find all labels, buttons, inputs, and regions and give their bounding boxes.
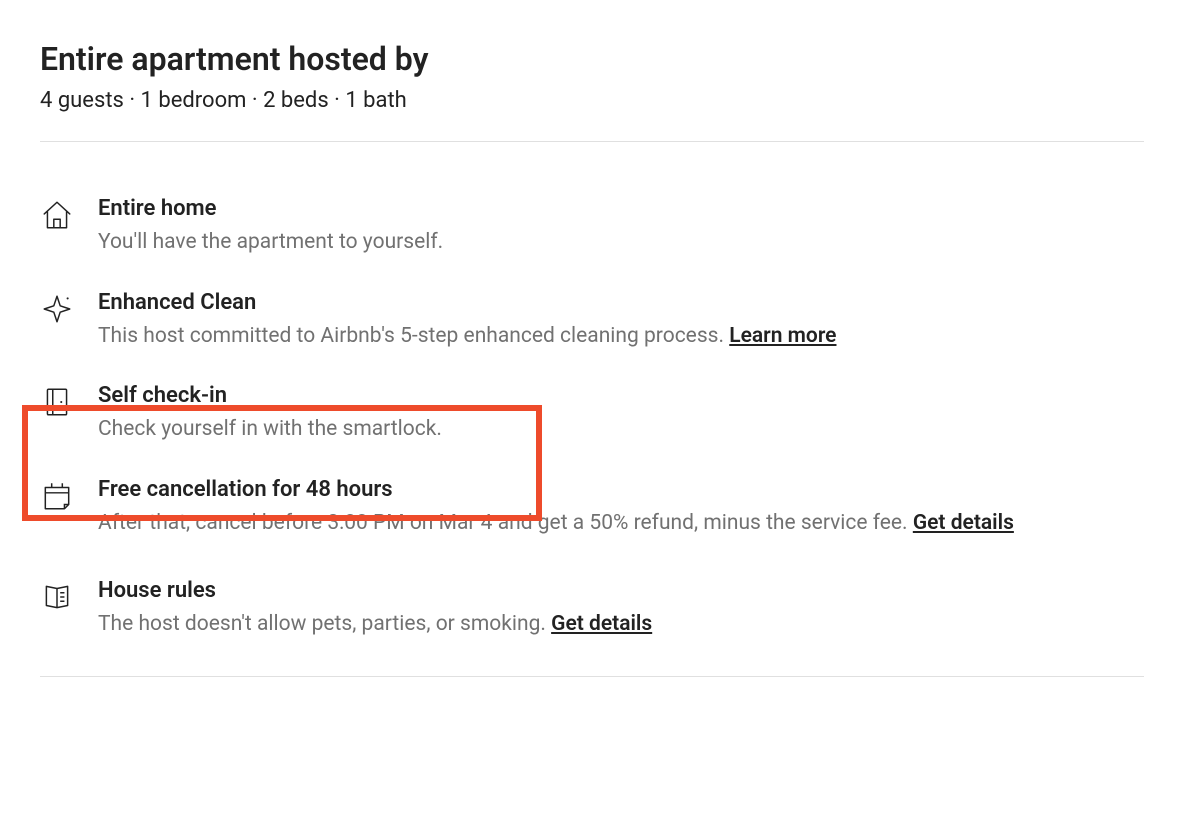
feature-title: House rules [98, 578, 1144, 603]
feature-title: Entire home [98, 196, 1144, 221]
listing-subtitle: 4 guests · 1 bedroom · 2 beds · 1 bath [40, 88, 1144, 113]
feature-house-rules: House rules The host doesn't allow pets,… [40, 574, 1144, 667]
feature-title: Self check-in [98, 383, 1144, 408]
get-details-link[interactable]: Get details [551, 612, 652, 636]
feature-desc: You'll have the apartment to yourself. [98, 227, 1144, 257]
calendar-icon [40, 479, 74, 513]
feature-desc-text: The host doesn't allow pets, parties, or… [98, 612, 551, 636]
feature-desc-text: This host committed to Airbnb's 5-step e… [98, 324, 729, 348]
door-icon [40, 385, 74, 419]
feature-title: Free cancellation for 48 hours [98, 477, 1144, 502]
feature-desc-text: After that, cancel before 3:00 PM on Mar… [98, 511, 913, 535]
feature-body: House rules The host doesn't allow pets,… [98, 578, 1144, 639]
feature-desc: Check yourself in with the smartlock. [98, 414, 1144, 444]
feature-body: Free cancellation for 48 hours After tha… [98, 477, 1144, 538]
feature-body: Enhanced Clean This host committed to Ai… [98, 290, 1144, 351]
listing-title: Entire apartment hosted by [40, 40, 1144, 78]
get-details-link[interactable]: Get details [913, 511, 1014, 535]
feature-desc: After that, cancel before 3:00 PM on Mar… [98, 508, 1144, 538]
divider [40, 676, 1144, 677]
home-icon [40, 198, 74, 232]
listing-header: Entire apartment hosted by 4 guests · 1 … [40, 40, 1144, 113]
feature-body: Entire home You'll have the apartment to… [98, 196, 1144, 257]
feature-enhanced-clean: Enhanced Clean This host committed to Ai… [40, 286, 1144, 379]
rules-icon [40, 580, 74, 614]
feature-desc: This host committed to Airbnb's 5-step e… [98, 321, 1144, 351]
feature-self-checkin: Self check-in Check yourself in with the… [40, 379, 1144, 472]
feature-title: Enhanced Clean [98, 290, 1144, 315]
feature-body: Self check-in Check yourself in with the… [98, 383, 1144, 444]
sparkle-icon [40, 292, 74, 326]
feature-cancellation: Free cancellation for 48 hours After tha… [40, 473, 1144, 574]
learn-more-link[interactable]: Learn more [729, 324, 836, 348]
features-list: Entire home You'll have the apartment to… [40, 142, 1144, 667]
feature-entire-home: Entire home You'll have the apartment to… [40, 192, 1144, 285]
feature-desc: The host doesn't allow pets, parties, or… [98, 609, 1144, 639]
